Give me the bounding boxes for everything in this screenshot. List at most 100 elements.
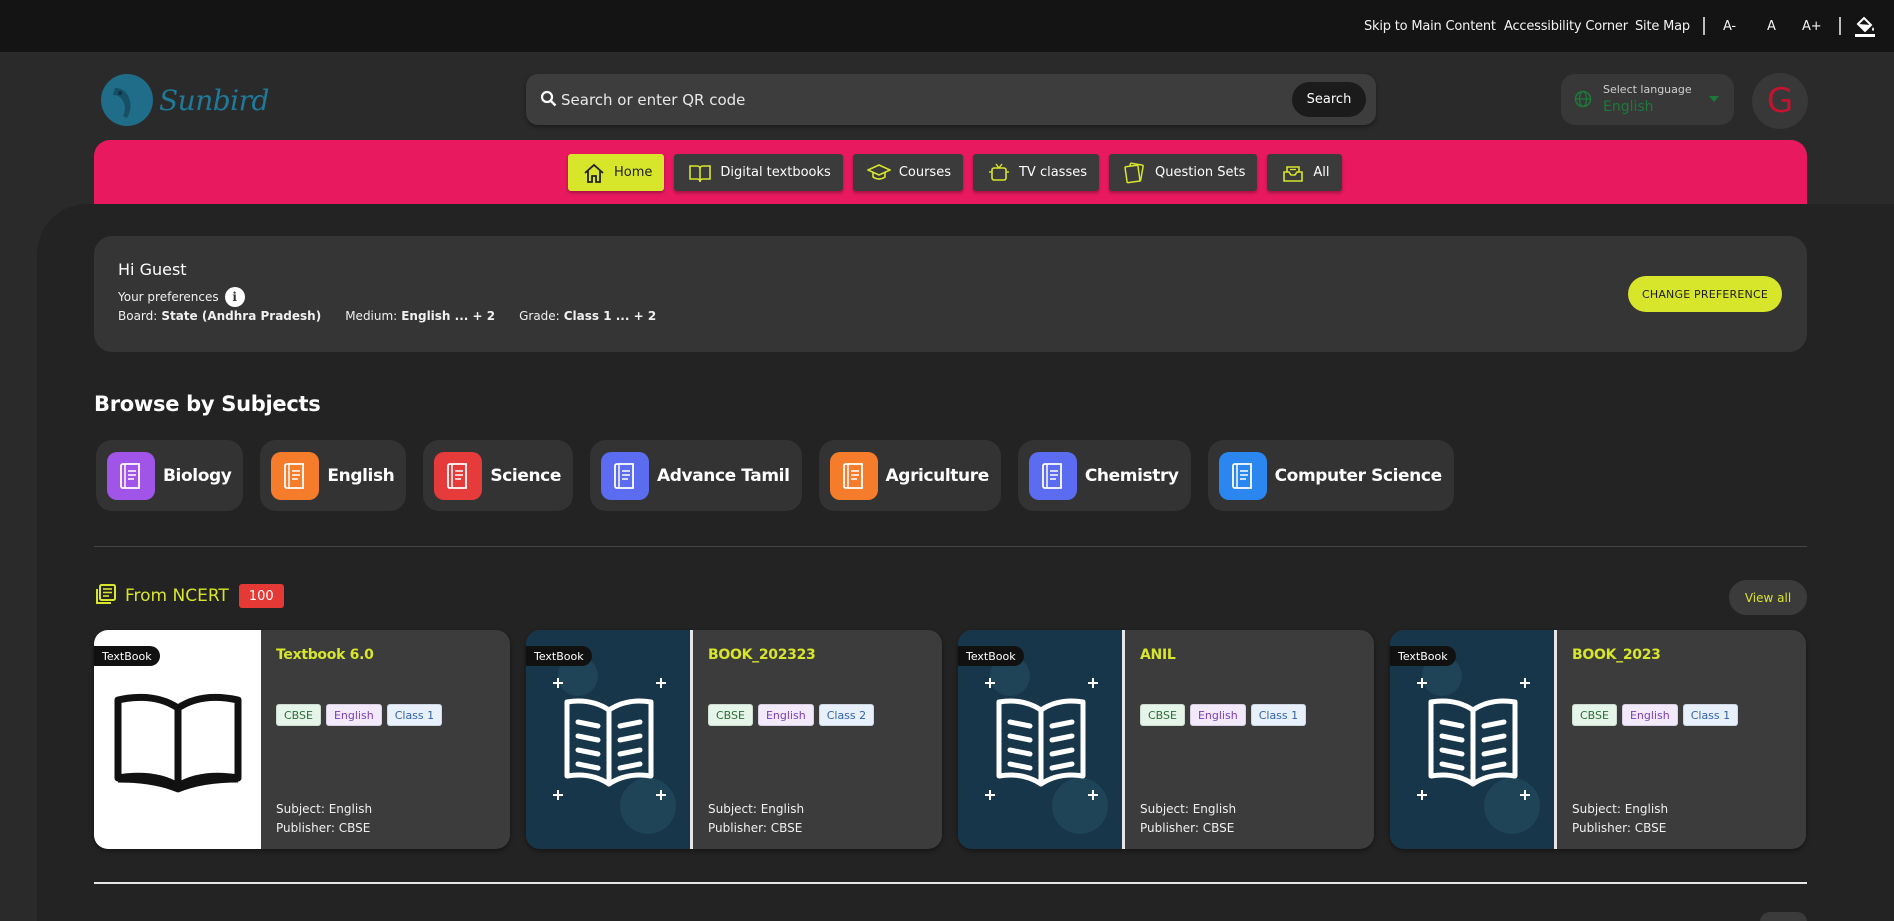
subject-english[interactable]: English xyxy=(260,440,407,511)
tab-question-sets[interactable]: Question Sets xyxy=(1109,154,1258,191)
grade-key: Grade: xyxy=(519,309,560,323)
search-icon xyxy=(540,90,557,111)
subject-label: Chemistry xyxy=(1084,465,1179,486)
search-button[interactable]: Search xyxy=(1292,82,1366,117)
medium-chip: English xyxy=(1621,704,1678,726)
content-type-tag: TextBook xyxy=(1390,646,1456,666)
font-decrease-button[interactable]: A- xyxy=(1723,0,1736,52)
subject-label: Agriculture xyxy=(885,465,990,486)
content-type-tag: TextBook xyxy=(958,646,1024,666)
subject-list: Biology English Science Advance Tamil Agricu… xyxy=(96,440,1471,511)
ncert-section-header: From NCERT 100 xyxy=(95,583,284,609)
card-publisher: Publisher: CBSE xyxy=(1572,821,1667,835)
subject-label: Advance Tamil xyxy=(656,465,790,486)
view-all-button[interactable] xyxy=(1760,912,1807,921)
subject-computer-science[interactable]: Computer Science xyxy=(1207,440,1454,511)
card-title: ANIL xyxy=(1140,647,1176,663)
preferences-text: Your preferences xyxy=(118,290,219,304)
card-subject: Subject: English xyxy=(1572,802,1669,816)
subject-science[interactable]: Science xyxy=(423,440,573,511)
grade-value: Class 1 ... + 2 xyxy=(563,309,657,323)
accessibility-bar: Skip to Main Content Accessibility Corne… xyxy=(0,0,1894,52)
tab-courses[interactable]: Courses xyxy=(852,154,963,191)
chevron-down-icon xyxy=(1709,96,1719,102)
card-chips: CBSE English Class 1 xyxy=(1572,704,1743,726)
divider xyxy=(94,882,1807,884)
language-select[interactable]: Select language English xyxy=(1561,74,1734,125)
language-label: Select language xyxy=(1603,83,1692,96)
card-title: BOOK_202323 xyxy=(708,647,816,663)
font-increase-button[interactable]: A+ xyxy=(1802,0,1822,52)
view-all-button[interactable]: View all xyxy=(1729,580,1807,615)
board-chip: CBSE xyxy=(1572,704,1617,726)
tab-home[interactable]: Home xyxy=(568,154,665,191)
card-chips: CBSE English Class 1 xyxy=(276,704,447,726)
medium-value: English ... + 2 xyxy=(401,309,496,323)
globe-icon xyxy=(1574,90,1592,112)
bird-icon xyxy=(101,74,153,126)
subject-agriculture[interactable]: Agriculture xyxy=(818,440,1001,511)
library-icon xyxy=(95,583,117,609)
subject-biology[interactable]: Biology xyxy=(96,440,244,511)
medium-chip: English xyxy=(325,704,382,726)
content-card[interactable]: TextBook BOOK_202323 CBSE English Class 2 Sub… xyxy=(526,630,942,849)
tab-label: Digital textbooks xyxy=(720,165,831,180)
content-cards: TextBook Textbook 6.0 CBSE English Class 1 Su… xyxy=(94,630,1822,849)
tab-digital-textbooks[interactable]: Digital textbooks xyxy=(674,154,843,191)
subject-label: Biology xyxy=(163,465,232,486)
subject-book-icon xyxy=(1028,451,1077,500)
paint-bucket-icon[interactable] xyxy=(1853,14,1877,42)
subject-book-icon xyxy=(829,451,878,500)
subject-chemistry[interactable]: Chemistry xyxy=(1017,440,1191,511)
search-bar[interactable]: Search or enter QR code Search xyxy=(526,74,1376,125)
board-chip: CBSE xyxy=(708,704,753,726)
card-subject: Subject: English xyxy=(276,802,373,816)
card-title: BOOK_2023 xyxy=(1572,647,1661,663)
board-key: Board: xyxy=(118,309,158,323)
card-subject: Subject: English xyxy=(1140,802,1237,816)
font-normal-button[interactable]: A xyxy=(1767,0,1776,52)
divider xyxy=(1839,17,1841,35)
medium-chip: English xyxy=(757,704,814,726)
preferences-summary: Board: State (Andhra Pradesh) Medium: En… xyxy=(118,309,680,323)
question-set-icon xyxy=(1123,161,1147,184)
nav-tabs: Home Digital textbooks Courses TV classe… xyxy=(568,154,1352,191)
tab-label: Question Sets xyxy=(1155,165,1246,180)
tab-label: Home xyxy=(614,165,653,180)
subject-book-icon xyxy=(107,451,155,500)
sunbird-logo[interactable]: Sunbird xyxy=(101,73,269,127)
subject-book-icon xyxy=(1218,451,1267,500)
skip-to-main-link[interactable]: Skip to Main Content xyxy=(1364,0,1496,52)
content-card[interactable]: TextBook BOOK_2023 CBSE English Class 1 Subje… xyxy=(1390,630,1806,849)
card-publisher: Publisher: CBSE xyxy=(276,821,371,835)
subject-advance-tamil[interactable]: Advance Tamil xyxy=(589,440,802,511)
tab-all[interactable]: All xyxy=(1267,154,1342,191)
grade-chip: Class 1 xyxy=(1682,704,1739,726)
card-chips: CBSE English Class 2 xyxy=(708,704,879,726)
divider xyxy=(1703,17,1705,35)
change-preference-button[interactable]: CHANGE PREFERENCE xyxy=(1628,276,1782,312)
subject-book-icon xyxy=(434,451,483,500)
content-card[interactable]: TextBook Textbook 6.0 CBSE English Class 1 Su… xyxy=(94,630,510,849)
card-subject: Subject: English xyxy=(708,802,805,816)
inbox-icon xyxy=(1281,162,1305,184)
site-map-link[interactable]: Site Map xyxy=(1635,0,1690,52)
preferences-card: Hi Guest Your preferences i Board: State… xyxy=(94,236,1807,352)
content-card[interactable]: TextBook ANIL CBSE English Class 1 Subject: E… xyxy=(958,630,1374,849)
card-chips: CBSE English Class 1 xyxy=(1140,704,1311,726)
language-value: English xyxy=(1603,99,1654,115)
browse-subjects-title: Browse by Subjects xyxy=(94,392,321,416)
section-title: From NCERT xyxy=(125,586,229,606)
avatar[interactable]: G xyxy=(1752,73,1808,129)
divider xyxy=(94,546,1807,547)
subject-label: English xyxy=(327,465,395,486)
count-badge: 100 xyxy=(238,584,284,608)
info-icon[interactable]: i xyxy=(224,287,245,307)
subject-book-icon xyxy=(271,451,320,500)
tv-icon xyxy=(987,162,1011,184)
board-chip: CBSE xyxy=(1140,704,1185,726)
logo-text: Sunbird xyxy=(159,83,269,117)
search-input[interactable]: Search or enter QR code xyxy=(561,74,745,125)
accessibility-corner-link[interactable]: Accessibility Corner xyxy=(1504,0,1628,52)
tab-tv-classes[interactable]: TV classes xyxy=(972,154,1099,191)
